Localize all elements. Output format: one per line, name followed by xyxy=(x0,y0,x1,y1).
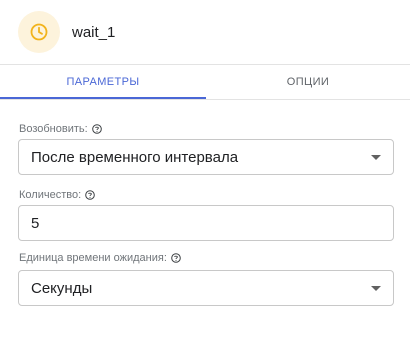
chevron-down-icon xyxy=(371,286,381,291)
help-icon[interactable] xyxy=(85,190,95,200)
quantity-label: Количество: xyxy=(19,189,82,201)
chevron-down-icon xyxy=(371,155,381,160)
quantity-label-row: Количество: xyxy=(19,189,95,201)
node-avatar xyxy=(18,11,60,53)
node-title: wait_1 xyxy=(72,24,116,41)
tab-options[interactable]: ОПЦИИ xyxy=(206,65,410,99)
help-icon[interactable] xyxy=(171,253,181,263)
resume-label: Возобновить: xyxy=(19,123,88,135)
tabs-divider xyxy=(0,99,410,100)
clock-icon xyxy=(30,23,48,41)
unit-select-value: Секунды xyxy=(31,279,93,297)
tab-parameters[interactable]: ПАРАМЕТРЫ xyxy=(0,65,206,99)
resume-select-value: После временного интервала xyxy=(31,148,239,166)
quantity-input[interactable]: 5 xyxy=(18,205,394,241)
quantity-input-value: 5 xyxy=(31,214,40,232)
tab-bar: ПАРАМЕТРЫ ОПЦИИ xyxy=(0,65,410,99)
unit-label-row: Единица времени ожидания: xyxy=(19,252,181,264)
resume-label-row: Возобновить: xyxy=(19,123,102,135)
node-header: wait_1 xyxy=(0,0,410,64)
unit-select[interactable]: Секунды xyxy=(18,270,394,306)
resume-select[interactable]: После временного интервала xyxy=(18,139,394,175)
help-icon[interactable] xyxy=(91,124,102,134)
unit-label: Единица времени ожидания: xyxy=(19,252,167,264)
